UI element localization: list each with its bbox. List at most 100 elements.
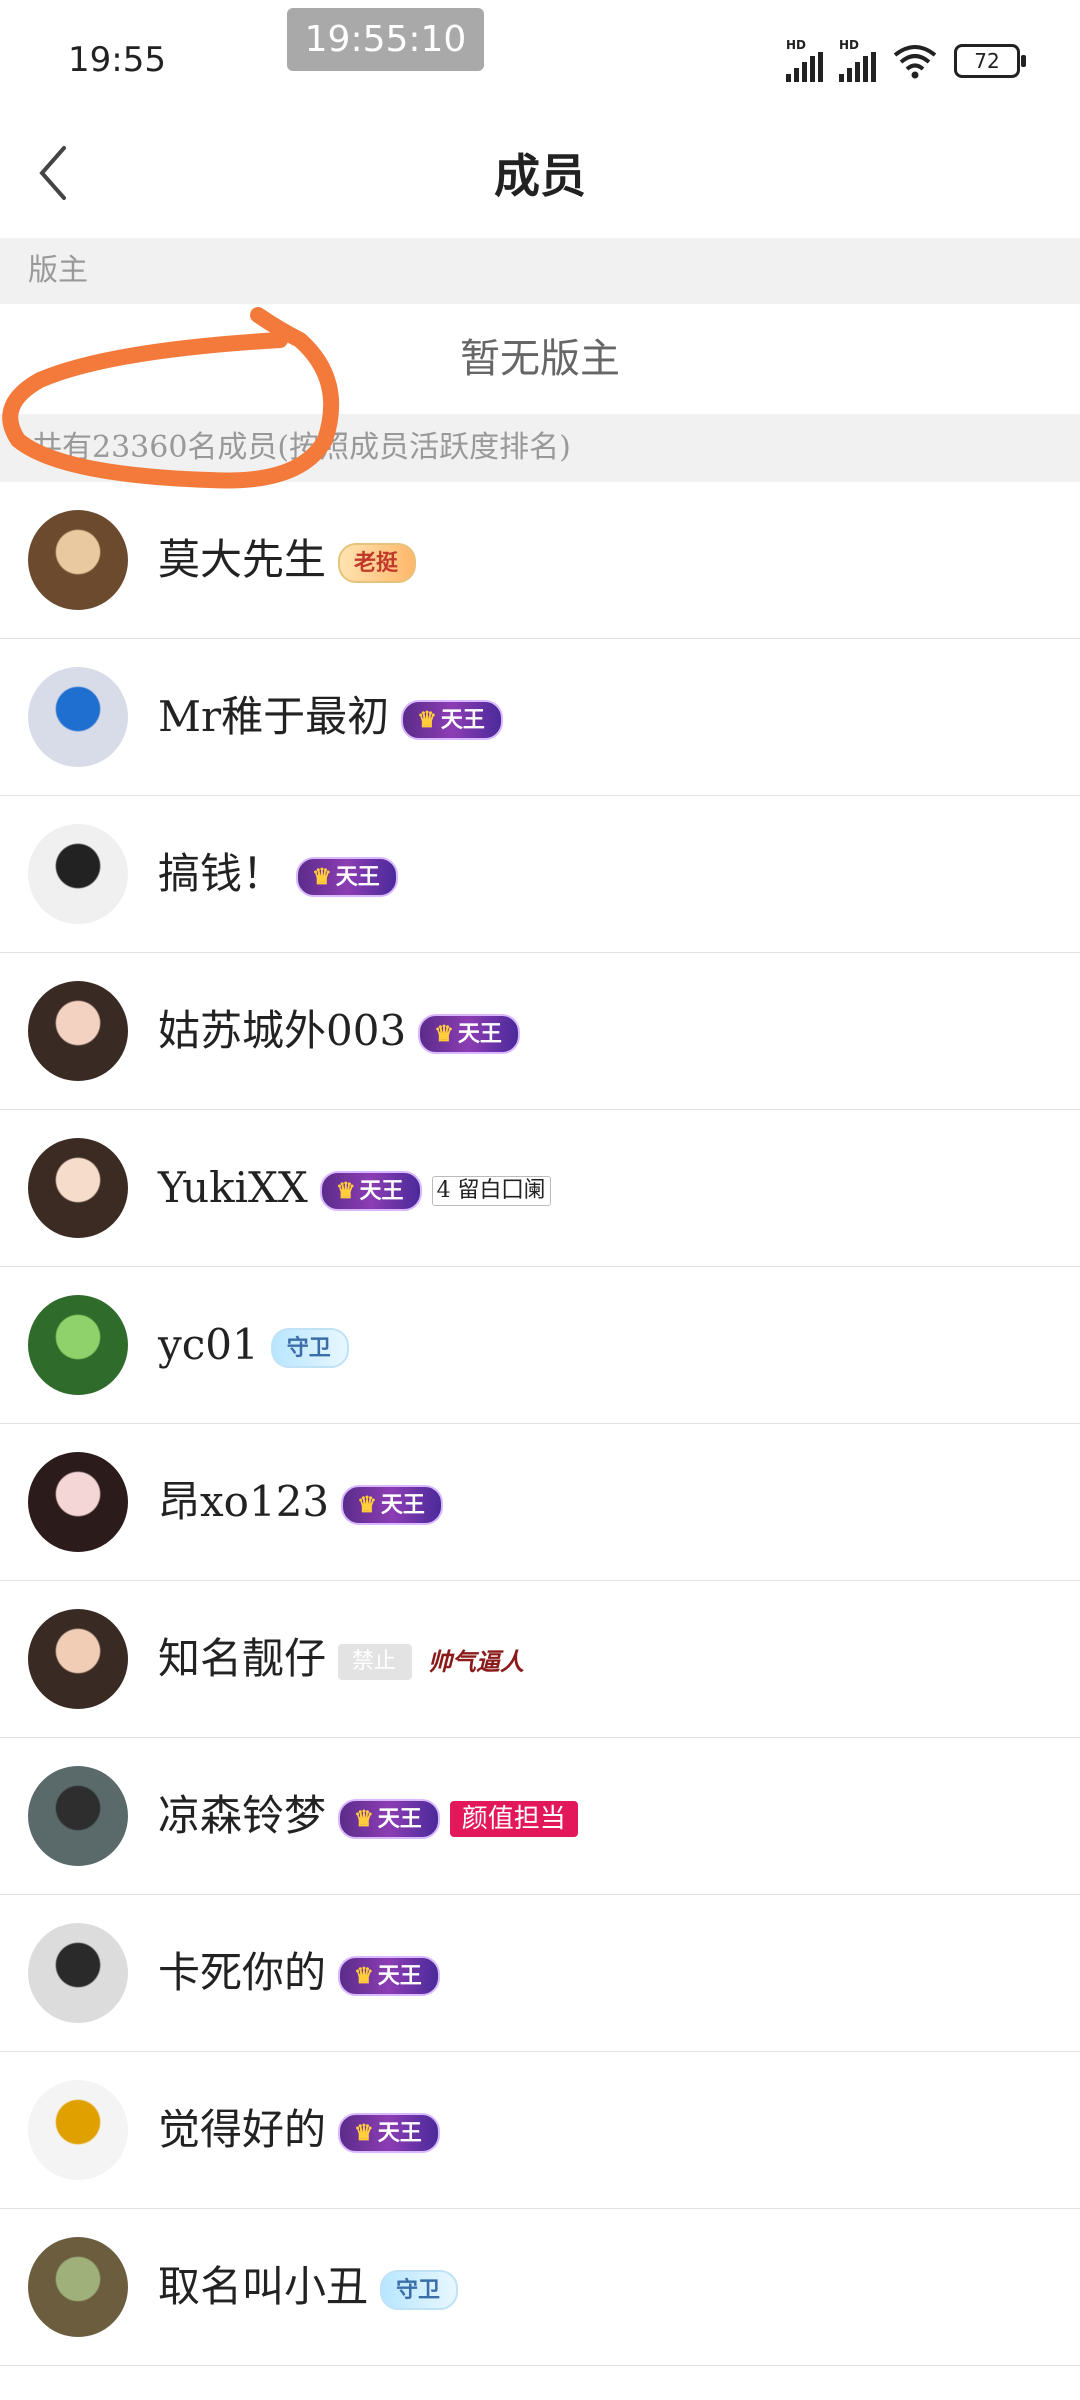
level-badge: 4 留白囗阑 <box>431 1176 551 1206</box>
member-name[interactable]: 取名叫小丑 守卫 <box>158 2209 459 2365</box>
member-name[interactable]: 昂xo123 ♛ 天王 <box>158 1424 443 1580</box>
badge-label: 天王 <box>457 1021 502 1047</box>
member-badges: ♛ 天王 <box>401 700 503 740</box>
member-badges: 守卫 <box>270 1328 349 1368</box>
avatar[interactable] <box>28 1923 128 2023</box>
avatar[interactable] <box>28 1295 128 1395</box>
hd-label: HD <box>786 38 807 52</box>
member-name[interactable]: YukiXX ♛ 天王 4 留白囗阑 <box>158 1110 551 1266</box>
crown-icon: ♛ <box>354 2120 374 2146</box>
member-row[interactable]: 莫大先生 老挺 <box>0 482 1080 639</box>
member-row[interactable]: 昂xo123 ♛ 天王 <box>0 1424 1080 1581</box>
avatar[interactable] <box>28 1766 128 1866</box>
member-badges: ♛ 天王 颜值担当 <box>338 1799 578 1839</box>
tianwang-badge: ♛ 天王 <box>338 1956 440 1996</box>
member-row[interactable]: 凉森铃梦 ♛ 天王 颜值担当 <box>0 1738 1080 1895</box>
tianwang-badge: ♛ 天王 <box>338 2113 440 2153</box>
member-row[interactable]: 知名靓仔 禁止 帅气逼人 <box>0 1581 1080 1738</box>
crown-icon: ♛ <box>335 1178 356 1204</box>
member-name-text: 卡死你的 <box>158 1948 327 1997</box>
avatar[interactable] <box>28 2237 128 2337</box>
member-list: 莫大先生 老挺 Mr稚于最初 ♛ 天王 搞钱！ ♛ 天王 姑苏城外003 ♛ 天王 YukiXX ♛ 天王… <box>0 482 1080 2366</box>
member-row[interactable]: 姑苏城外003 ♛ 天王 <box>0 953 1080 1110</box>
member-row[interactable]: 觉得好的 ♛ 天王 <box>0 2052 1080 2209</box>
tianwang-badge: ♛ 天王 <box>418 1014 520 1054</box>
badge-label: 天王 <box>377 2120 422 2146</box>
tianwang-badge: ♛ 天王 <box>338 1799 440 1839</box>
crown-icon: ♛ <box>357 1492 377 1518</box>
member-name[interactable]: 搞钱！ ♛ 天王 <box>158 796 398 952</box>
battery-icon: 72 <box>954 44 1026 78</box>
badge-label: 天王 <box>377 1806 422 1832</box>
badge-label: 天王 <box>359 1178 404 1204</box>
laoting-badge: 老挺 <box>338 543 417 583</box>
signal-icon: HD <box>786 38 823 82</box>
avatar[interactable] <box>28 667 128 767</box>
badge-label: 禁止 <box>352 1649 397 1674</box>
avatar[interactable] <box>28 1138 128 1238</box>
member-row[interactable]: YukiXX ♛ 天王 4 留白囗阑 <box>0 1110 1080 1267</box>
avatar[interactable] <box>28 981 128 1081</box>
crown-icon: ♛ <box>312 864 332 890</box>
member-badges: ♛ 天王 <box>338 1956 440 1996</box>
tianwang-badge: ♛ 天王 <box>319 1171 422 1211</box>
signal-icon-2: HD <box>839 38 876 82</box>
member-name-text: 知名靓仔 <box>158 1634 327 1683</box>
member-badges: 禁止 帅气逼人 <box>338 1644 530 1680</box>
no-moderator-text: 暂无版主 <box>460 336 620 382</box>
member-badges: ♛ 天王 4 留白囗阑 <box>319 1171 551 1211</box>
badge-label: 守卫 <box>396 2277 441 2303</box>
shuai-badge: 帅气逼人 <box>422 1644 530 1680</box>
shouwei-badge: 守卫 <box>270 1328 349 1368</box>
member-badges: ♛ 天王 <box>418 1014 520 1054</box>
member-row[interactable]: 卡死你的 ♛ 天王 <box>0 1895 1080 2052</box>
member-name-text: Mr稚于最初 <box>158 692 390 741</box>
member-name[interactable]: 觉得好的 ♛ 天王 <box>158 2052 440 2208</box>
member-name-text: 凉森铃梦 <box>158 1791 327 1840</box>
badge-label: 4 留白囗阑 <box>436 1178 546 1203</box>
member-row[interactable]: Mr稚于最初 ♛ 天王 <box>0 639 1080 796</box>
tianwang-badge: ♛ 天王 <box>401 700 503 740</box>
member-name-text: yc01 <box>158 1320 259 1369</box>
crown-icon: ♛ <box>354 1806 374 1832</box>
member-row[interactable]: 取名叫小丑 守卫 <box>0 2209 1080 2366</box>
badge-label: 颜值担当 <box>461 1804 566 1834</box>
status-clock: 19:55 <box>68 40 166 80</box>
badge-label: 老挺 <box>354 550 399 576</box>
section-header-moderator: 版主 <box>0 238 1080 304</box>
tianwang-badge: ♛ 天王 <box>296 857 398 897</box>
member-name[interactable]: 姑苏城外003 ♛ 天王 <box>158 953 520 1109</box>
member-name-text: 搞钱！ <box>158 849 285 898</box>
status-bar: 19:55 19:55:10 HD HD 72 <box>0 0 1080 110</box>
crown-icon: ♛ <box>434 1021 454 1047</box>
member-name[interactable]: 凉森铃梦 ♛ 天王 颜值担当 <box>158 1738 578 1894</box>
avatar[interactable] <box>28 824 128 924</box>
page-title: 成员 <box>494 149 586 203</box>
member-row[interactable]: 搞钱！ ♛ 天王 <box>0 796 1080 953</box>
member-name-text: 取名叫小丑 <box>158 2262 369 2311</box>
member-count-summary: 共有23360名成员(按照成员活跃度排名) <box>0 414 1080 482</box>
member-name[interactable]: 卡死你的 ♛ 天王 <box>158 1895 440 2051</box>
avatar[interactable] <box>28 2080 128 2180</box>
member-badges: ♛ 天王 <box>341 1485 443 1525</box>
member-name[interactable]: yc01 守卫 <box>158 1267 349 1423</box>
avatar[interactable] <box>28 1452 128 1552</box>
member-row[interactable]: yc01 守卫 <box>0 1267 1080 1424</box>
avatar[interactable] <box>28 1609 128 1709</box>
crown-icon: ♛ <box>354 1963 374 1989</box>
crown-icon: ♛ <box>417 707 437 733</box>
ban-badge: 禁止 <box>338 1644 413 1680</box>
badge-label: 天王 <box>440 707 485 733</box>
badge-label: 守卫 <box>286 1335 331 1361</box>
member-name[interactable]: 莫大先生 老挺 <box>158 482 417 638</box>
member-badges: ♛ 天王 <box>338 2113 440 2153</box>
status-icons: HD HD 72 <box>786 38 1026 82</box>
badge-label: 帅气逼人 <box>428 1647 525 1676</box>
member-name[interactable]: Mr稚于最初 ♛ 天王 <box>158 639 503 795</box>
hd-label-2: HD <box>839 38 860 52</box>
avatar[interactable] <box>28 510 128 610</box>
wifi-icon <box>893 45 937 79</box>
member-name-text: YukiXX <box>158 1163 308 1212</box>
screen-record-time: 19:55:10 <box>287 8 484 71</box>
member-name[interactable]: 知名靓仔 禁止 帅气逼人 <box>158 1581 530 1737</box>
